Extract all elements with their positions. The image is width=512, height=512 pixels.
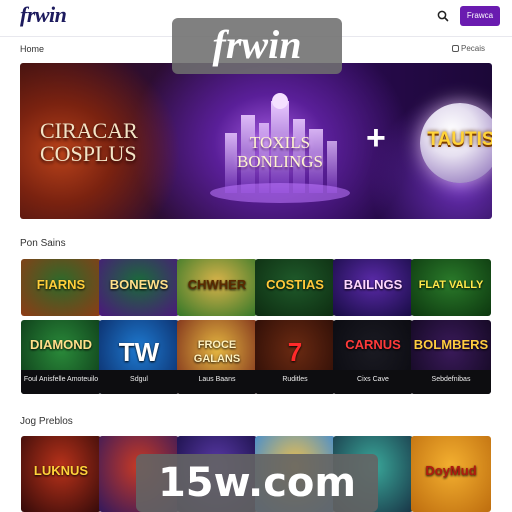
game-title: COSTIAS <box>266 277 324 292</box>
search-icon[interactable] <box>436 9 450 23</box>
game-caption: Laus Baans <box>177 370 257 394</box>
hero-banner[interactable]: CIRACAR COSPLUS TOXILS BONLINGS + TAUTIS <box>20 63 492 219</box>
game-tile[interactable]: FROCE GALANS Laus Baans <box>177 320 257 394</box>
game-title: TW <box>118 337 160 367</box>
game-title: FROCE GALANS <box>193 339 241 365</box>
game-tile[interactable]: FLAT VALLY <box>411 259 491 316</box>
game-tile[interactable]: CHWHER <box>177 259 257 316</box>
watermark-bottom: 15w.com <box>136 454 378 512</box>
game-title: BONEWS <box>109 277 169 292</box>
game-caption: Foul Anisfelle Amoteuilo <box>21 370 101 394</box>
game-title: CHWHER <box>187 277 247 292</box>
game-tile[interactable]: LUKNUS <box>21 436 101 512</box>
game-title: LUKNUS <box>33 463 89 478</box>
game-caption: Sebdefnibas <box>411 370 491 394</box>
game-caption: Sdgul <box>99 370 179 394</box>
section-title-popular: Pon Sains <box>20 238 66 249</box>
game-title: FLAT VALLY <box>418 279 484 291</box>
game-tile[interactable]: BOLMBERS Sebdefnibas <box>411 320 491 394</box>
game-tile[interactable]: 7 Ruditles <box>255 320 335 394</box>
page-icon <box>452 45 459 52</box>
game-tile[interactable]: TW Sdgul <box>99 320 179 394</box>
plus-icon: + <box>366 119 386 157</box>
game-tile[interactable]: DIAMOND Foul Anisfelle Amoteuilo <box>21 320 101 394</box>
watermark-top: frwin <box>172 18 342 74</box>
breadcrumb-right-label: Pecais <box>461 44 486 53</box>
hero-left-title: CIRACAR COSPLUS <box>40 118 138 166</box>
game-tile[interactable]: FIARNS <box>21 259 101 316</box>
game-title: BOLMBERS <box>413 337 489 352</box>
game-tile[interactable]: CARNUS Cixs Cave <box>333 320 413 394</box>
site-logo[interactable]: frwin <box>20 2 67 28</box>
game-tile[interactable]: COSTIAS <box>255 259 335 316</box>
game-title: CARNUS <box>345 337 401 352</box>
game-title: DoyMud <box>425 463 477 478</box>
section-title-providers: Jog Preblos <box>20 416 73 427</box>
game-title: 7 <box>287 337 303 367</box>
cta-button[interactable]: Frawca <box>460 6 500 26</box>
game-title: DIAMOND <box>29 337 93 352</box>
game-title: FIARNS <box>36 277 86 292</box>
breadcrumb-right[interactable]: Pecais <box>452 44 485 53</box>
game-tile[interactable]: DoyMud <box>411 436 491 512</box>
hero-center-title: TOXILS BONLINGS <box>237 133 323 171</box>
hero-right-title: TAUTIS <box>427 129 492 150</box>
game-title: BAILNGS <box>343 277 403 292</box>
game-caption: Cixs Cave <box>333 370 413 394</box>
game-caption: Ruditles <box>255 370 335 394</box>
breadcrumb-home[interactable]: Home <box>20 44 44 54</box>
game-tile[interactable]: BONEWS <box>99 259 179 316</box>
game-tile[interactable]: BAILNGS <box>333 259 413 316</box>
